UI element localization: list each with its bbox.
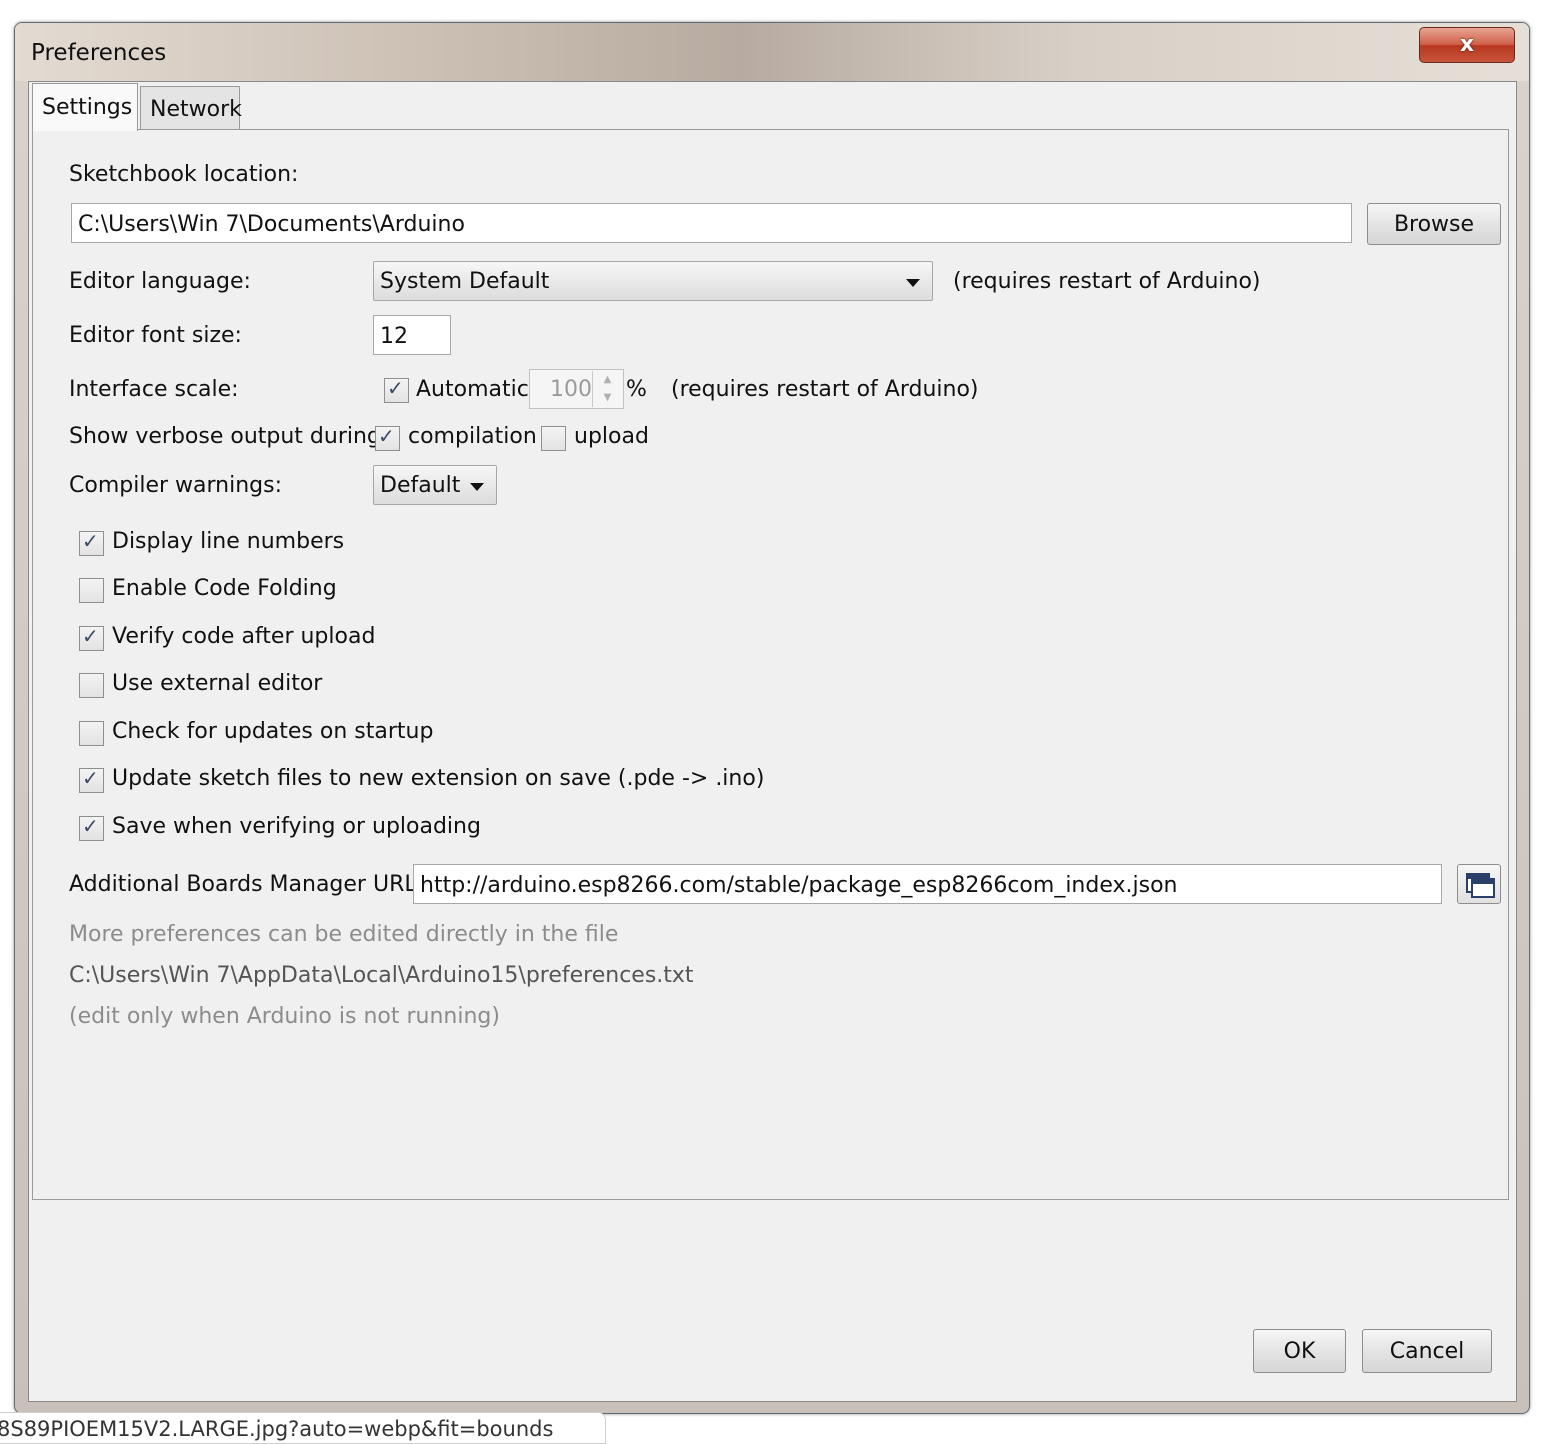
verbose-output-label: Show verbose output during: <box>69 424 389 449</box>
more-prefs-note: More preferences can be edited directly … <box>69 922 619 947</box>
spinner-down-icon[interactable]: ▼ <box>592 389 622 407</box>
font-size-field[interactable]: 12 <box>373 315 451 355</box>
scale-spinner[interactable]: 100 ▲ ▼ <box>529 369 624 409</box>
automatic-label: Automatic <box>416 377 529 402</box>
tab-network[interactable]: Network <box>140 86 242 130</box>
option-label: Update sketch files to new extension on … <box>112 766 765 791</box>
font-size-label: Editor font size: <box>69 323 242 348</box>
title-bar[interactable]: Preferences x <box>15 23 1529 81</box>
editor-language-note: (requires restart of Arduino) <box>953 269 1261 294</box>
editor-language-select[interactable]: System Default <box>373 261 933 301</box>
browse-button[interactable]: Browse <box>1367 203 1501 245</box>
enable-code-folding-checkbox[interactable] <box>79 578 104 603</box>
checkmark-icon: ✓ <box>378 424 395 448</box>
editor-language-label: Editor language: <box>69 269 251 294</box>
upload-checkbox[interactable] <box>541 426 566 451</box>
checkmark-icon: ✓ <box>82 814 99 838</box>
spinner-up-icon[interactable]: ▲ <box>592 371 622 389</box>
compiler-warnings-select[interactable]: Default <box>373 465 497 505</box>
checkmark-icon: ✓ <box>82 766 99 790</box>
boards-urls-field[interactable]: http://arduino.esp8266.com/stable/packag… <box>413 864 1442 904</box>
dialog-client-area: Settings Network Sketchbook location: C:… <box>28 81 1517 1402</box>
compilation-label: compilation <box>408 424 537 449</box>
status-url-bar: 8S89PIOEM15V2.LARGE.jpg?auto=webp&fit=bo… <box>0 1412 606 1444</box>
scale-value: 100 <box>550 377 592 402</box>
interface-scale-label: Interface scale: <box>69 377 239 402</box>
external-editor-checkbox[interactable] <box>79 673 104 698</box>
editor-language-value: System Default <box>380 269 550 294</box>
compiler-warnings-value: Default <box>380 473 461 498</box>
sketchbook-label: Sketchbook location: <box>69 162 299 187</box>
prefs-file-path: C:\Users\Win 7\AppData\Local\Arduino15\p… <box>69 963 694 988</box>
preferences-window: Preferences x Settings Network Sketchboo… <box>14 22 1530 1414</box>
boards-urls-label: Additional Boards Manager URLs: <box>69 872 436 897</box>
upload-label: upload <box>574 424 649 449</box>
chevron-down-icon <box>906 279 920 287</box>
verify-code-checkbox[interactable]: ✓ <box>79 624 104 651</box>
automatic-checkbox[interactable]: ✓ <box>384 376 409 403</box>
option-label: Verify code after upload <box>112 624 376 649</box>
close-button[interactable]: x <box>1419 27 1515 63</box>
settings-panel: Sketchbook location: C:\Users\Win 7\Docu… <box>32 129 1509 1200</box>
option-label: Use external editor <box>112 671 323 696</box>
checkmark-icon: ✓ <box>82 624 99 648</box>
window-icon <box>1471 878 1495 898</box>
checkmark-icon: ✓ <box>387 376 404 400</box>
option-label: Check for updates on startup <box>112 719 434 744</box>
sketchbook-path-field[interactable]: C:\Users\Win 7\Documents\Arduino <box>71 203 1352 243</box>
tab-settings[interactable]: Settings <box>32 83 138 131</box>
window-title: Preferences <box>31 40 167 66</box>
edit-note: (edit only when Arduino is not running) <box>69 1004 500 1029</box>
scale-unit: % <box>626 377 647 402</box>
scale-note: (requires restart of Arduino) <box>671 377 979 402</box>
edit-urls-button[interactable] <box>1457 864 1501 904</box>
compiler-warnings-label: Compiler warnings: <box>69 473 282 498</box>
checkmark-icon: ✓ <box>82 529 99 553</box>
compilation-checkbox[interactable]: ✓ <box>375 424 400 451</box>
update-extension-checkbox[interactable]: ✓ <box>79 766 104 793</box>
option-label: Enable Code Folding <box>112 576 337 601</box>
chevron-down-icon <box>470 483 484 491</box>
save-on-verify-checkbox[interactable]: ✓ <box>79 814 104 841</box>
check-updates-checkbox[interactable] <box>79 721 104 746</box>
option-label: Save when verifying or uploading <box>112 814 481 839</box>
option-label: Display line numbers <box>112 529 345 554</box>
display-line-numbers-checkbox[interactable]: ✓ <box>79 529 104 556</box>
ok-button[interactable]: OK <box>1253 1329 1346 1373</box>
cancel-button[interactable]: Cancel <box>1362 1329 1492 1373</box>
